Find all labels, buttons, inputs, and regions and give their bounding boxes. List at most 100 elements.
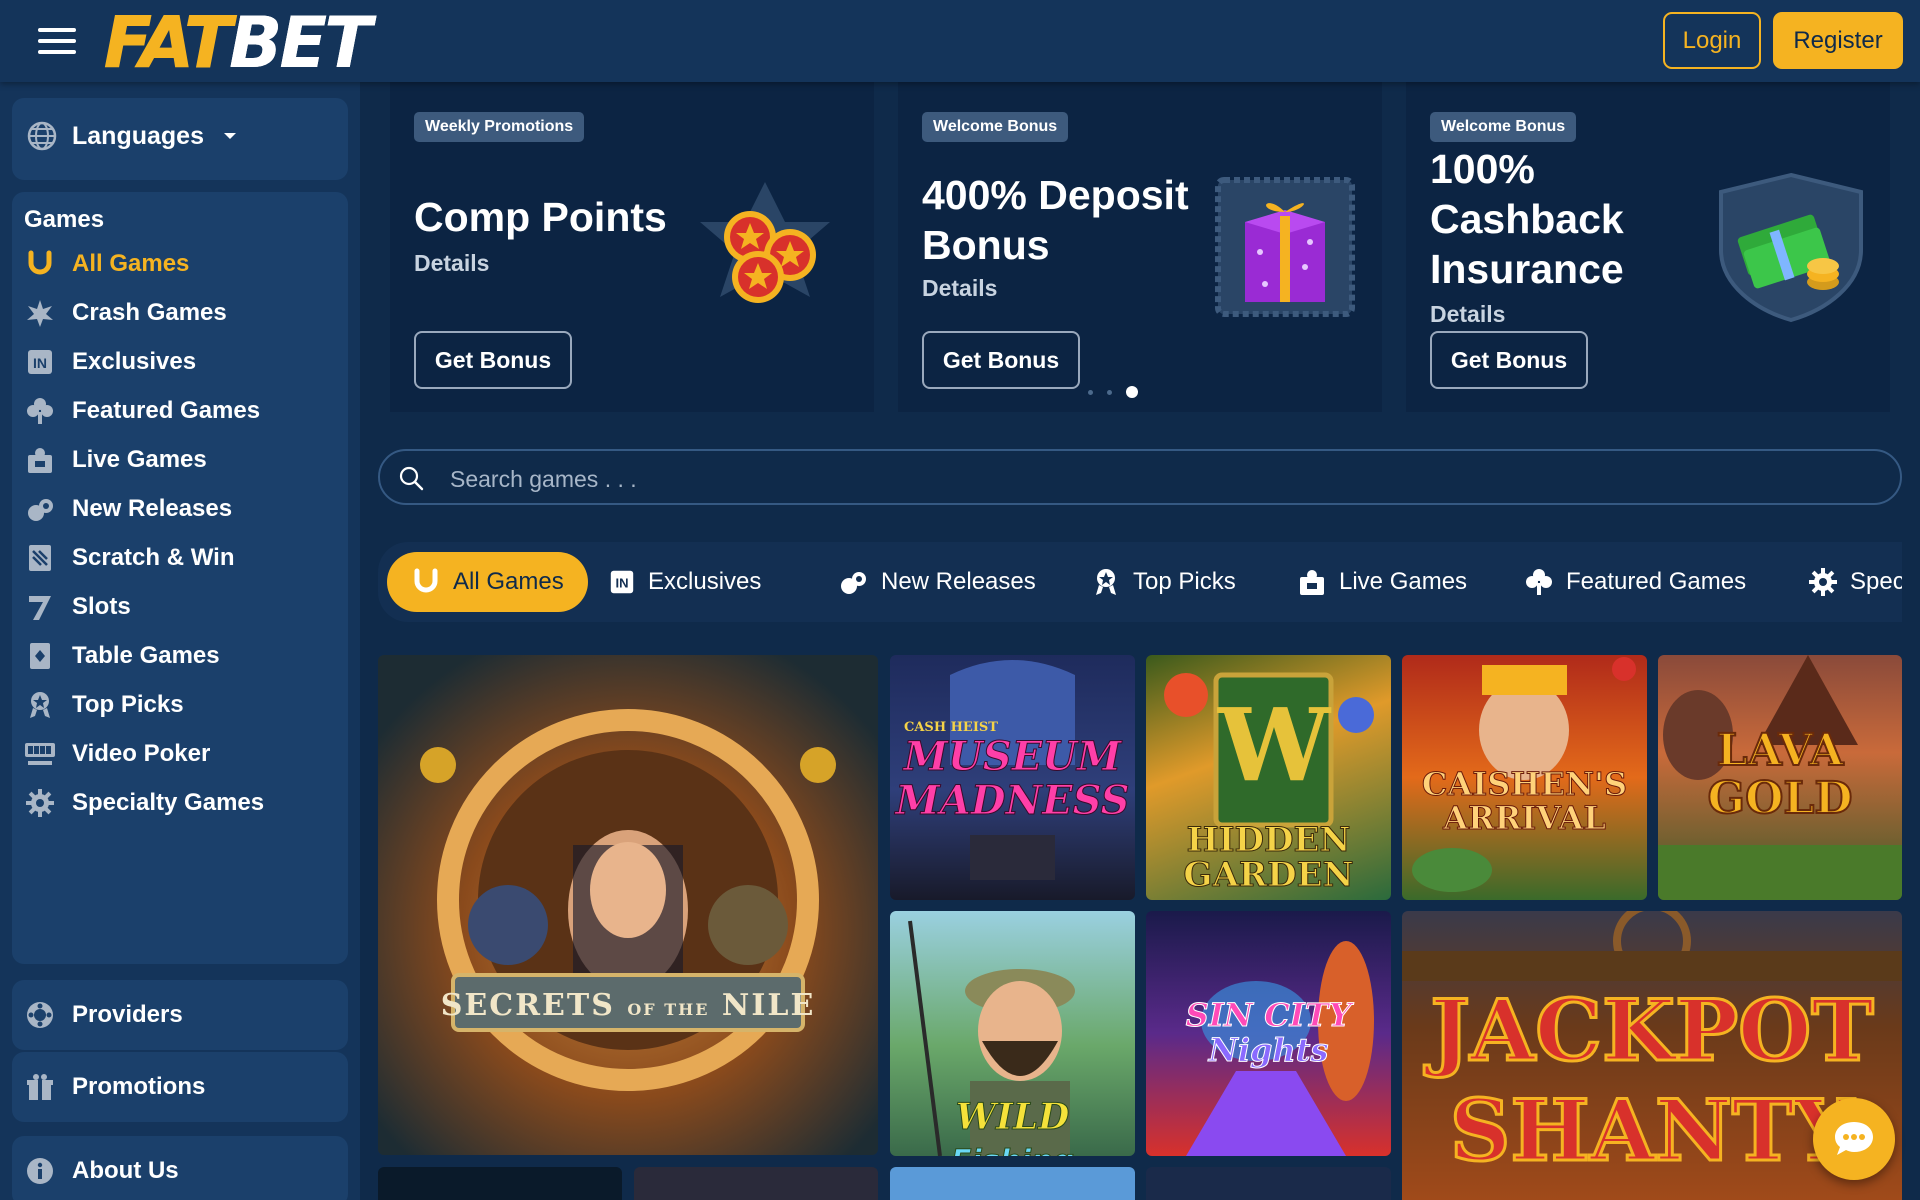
new-releases-icon [841, 572, 866, 594]
game-title-line2: Fishing [950, 1144, 1074, 1157]
game-tile-partial[interactable] [1146, 1167, 1391, 1200]
search-bar [378, 449, 1902, 505]
game-title-line1: SIN CITY [1185, 996, 1352, 1035]
sidebar-item-live-games[interactable]: Live Games [24, 440, 207, 480]
seven-icon [24, 591, 56, 623]
sidebar-item-exclusives[interactable]: IN Exclusives [24, 342, 196, 382]
carousel-dot[interactable] [1107, 389, 1112, 395]
sidebar-item-featured-games[interactable]: Featured Games [24, 391, 260, 431]
sidebar-item-about-us[interactable]: About Us [24, 1151, 179, 1191]
promotions-label: Promotions [72, 1073, 206, 1100]
category-tabs: All Games IN Exclusives New Releases Top… [378, 542, 1902, 622]
promo-details-link[interactable]: Details [414, 250, 489, 277]
promo-badge: Welcome Bonus [1430, 112, 1577, 142]
promo-title-line3: Insurance [1430, 246, 1624, 292]
sidebar-item-label: New Releases [72, 495, 233, 522]
live-chat-button[interactable] [1813, 1098, 1895, 1180]
providers-label: Providers [72, 1001, 183, 1028]
game-tile-partial[interactable] [378, 1167, 622, 1200]
live-dealer-icon [24, 444, 56, 476]
game-tile-partial[interactable] [890, 1167, 1135, 1200]
promotions-box: Promotions [12, 1052, 348, 1122]
tab-label: Featured Games [1566, 568, 1747, 595]
sidebar-item-specialty-games[interactable]: Specialty Games [24, 783, 264, 823]
tab-exclusives[interactable]: IN Exclusives [608, 552, 761, 612]
live-dealer-icon [1300, 570, 1324, 595]
sidebar-item-new-releases[interactable]: New Releases [24, 489, 232, 529]
game-tile-museum-madness[interactable]: CASH HEIST MUSEUM MADNESS [890, 655, 1135, 900]
sidebar-item-table-games[interactable]: Table Games [24, 636, 220, 676]
promo-details-link[interactable]: Details [922, 275, 997, 302]
tab-top-picks[interactable]: Top Picks [1091, 552, 1236, 612]
game-tile-lava-gold[interactable]: LAVA GOLD [1658, 655, 1902, 900]
tab-label: Top Picks [1133, 568, 1236, 595]
game-title-line1: MUSEUM [903, 733, 1122, 781]
tab-label: Exclusives [648, 568, 762, 595]
fatbet-logo[interactable]: FAT BET [103, 2, 374, 84]
clover-icon [1526, 569, 1552, 595]
cash-shield-icon [1719, 172, 1863, 323]
nile-artwork [420, 709, 836, 1091]
sidebar-item-video-poker[interactable]: Video Poker [24, 734, 210, 774]
game-title-line1: JACKPOT [1429, 980, 1876, 1082]
game-tile-sin-city-nights[interactable]: SIN CITY Nights [1146, 911, 1391, 1156]
chat-bubble-icon [1835, 1122, 1873, 1155]
logo-bet-text: BET [228, 2, 374, 84]
promo-details-link[interactable]: Details [1430, 301, 1505, 328]
login-button[interactable]: Login [1663, 12, 1761, 69]
games-section-title: Games [24, 206, 105, 233]
horseshoe-icon [414, 568, 438, 593]
sidebar-item-label: Crash Games [72, 299, 227, 326]
game-title-line1: HIDDEN [1186, 820, 1351, 861]
info-icon [24, 1155, 56, 1187]
clover-icon [24, 395, 56, 427]
languages-dropdown[interactable]: Languages [26, 120, 236, 152]
sidebar-item-scratch-win[interactable]: Scratch & Win [24, 538, 234, 578]
game-tile-wild-fishing[interactable]: WILD Fishing [890, 911, 1135, 1156]
table-card-icon [24, 640, 56, 672]
sidebar-item-all-games[interactable]: All Games [24, 244, 189, 284]
tab-label: Live Games [1339, 568, 1468, 595]
search-input[interactable] [450, 459, 1850, 499]
get-bonus-button[interactable]: Get Bonus [1430, 331, 1588, 389]
tab-all-games[interactable]: All Games [387, 552, 588, 612]
explosion-icon [24, 297, 56, 329]
get-bonus-button[interactable]: Get Bonus [414, 331, 572, 389]
hamburger-menu-icon[interactable] [38, 26, 76, 56]
carousel-dot-active[interactable] [1126, 386, 1138, 398]
sidebar-item-promotions[interactable]: Promotions [24, 1067, 205, 1107]
providers-box: Providers [12, 980, 348, 1050]
promo-card-cashback-insurance[interactable]: Welcome Bonus 100% Cashback Insurance De… [1406, 82, 1890, 412]
game-tile-partial[interactable] [634, 1167, 878, 1200]
carousel-dots [1088, 386, 1138, 398]
game-tile-secrets-of-the-nile[interactable]: SECRETS OF THE NILE [378, 655, 878, 1155]
game-title-line2: Nights [1208, 1031, 1329, 1070]
tab-live-games[interactable]: Live Games [1297, 552, 1467, 612]
gift-icon [24, 1071, 56, 1103]
svg-text:W: W [1217, 686, 1332, 804]
sidebar-item-providers[interactable]: Providers [24, 995, 183, 1035]
tab-new-releases[interactable]: New Releases [837, 552, 1036, 612]
carousel-dot[interactable] [1088, 389, 1093, 395]
sidebar-item-label: Exclusives [72, 348, 197, 375]
gear-icon [1809, 568, 1837, 596]
sidebar-item-top-picks[interactable]: Top Picks [24, 685, 184, 725]
get-bonus-button[interactable]: Get Bonus [922, 331, 1080, 389]
new-releases-icon [24, 493, 56, 525]
sidebar-item-crash-games[interactable]: Crash Games [24, 293, 227, 333]
languages-box: Languages [12, 98, 348, 180]
promo-badge: Weekly Promotions [414, 112, 585, 142]
promo-card-deposit-bonus[interactable]: Welcome Bonus 400% Deposit Bonus Details… [898, 82, 1382, 412]
promo-card-comp-points[interactable]: Weekly Promotions Comp Points Details Ge… [390, 82, 874, 412]
sidebar-item-slots[interactable]: Slots [24, 587, 131, 627]
caret-down-icon [223, 133, 236, 139]
game-tile-caishens-arrival[interactable]: CAISHEN'S ARRIVAL [1402, 655, 1647, 900]
languages-label: Languages [72, 121, 204, 150]
globe-icon [27, 121, 57, 151]
register-button[interactable]: Register [1773, 12, 1903, 69]
tab-featured-games[interactable]: Featured Games [1524, 552, 1746, 612]
tab-specialty[interactable]: Spec [1808, 552, 1902, 612]
sidebar-item-label: Featured Games [72, 397, 261, 424]
game-tile-hidden-garden[interactable]: W HIDDEN GARDEN [1146, 655, 1391, 900]
promo-title-line1: 400% Deposit [922, 172, 1189, 218]
